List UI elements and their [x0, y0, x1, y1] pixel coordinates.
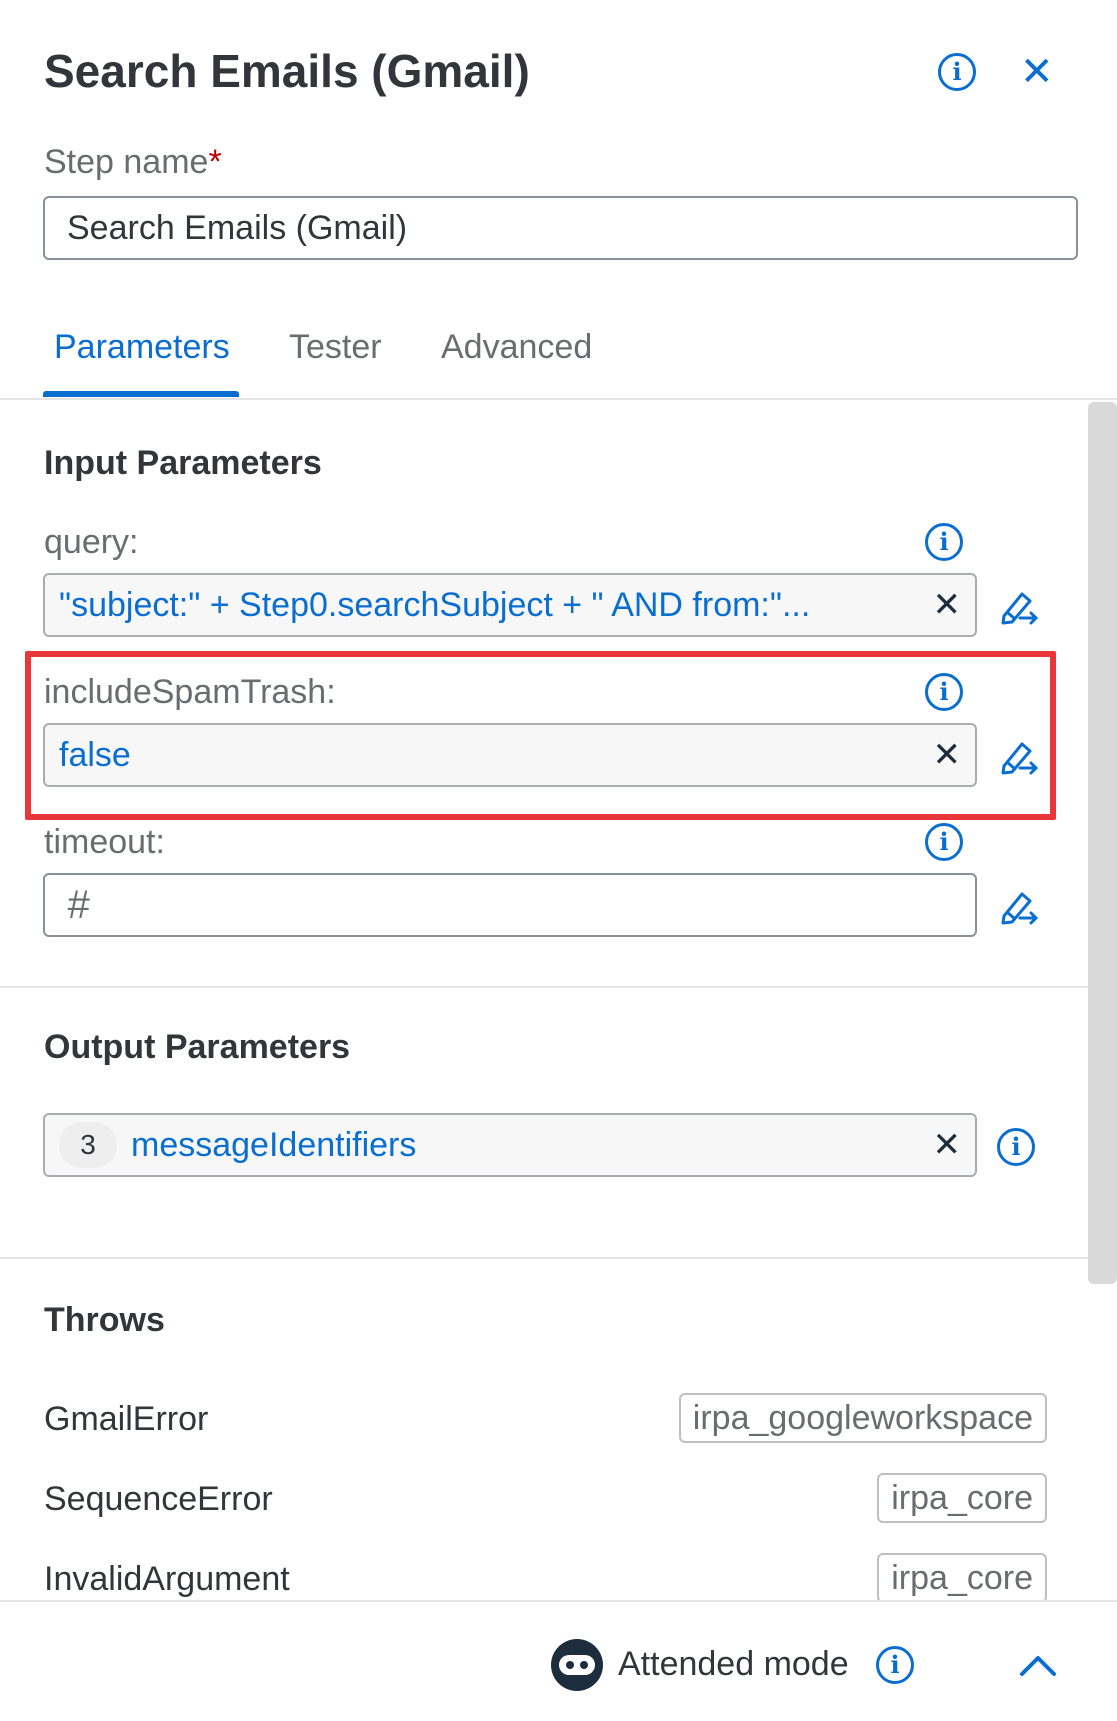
step-name-label: Step name* [44, 143, 222, 181]
section-divider-2 [0, 1257, 1088, 1259]
panel-title: Search Emails (Gmail) [44, 45, 530, 97]
tabs-divider [0, 398, 1117, 400]
output-field[interactable]: 3 messageIdentifiers ✕ [43, 1113, 977, 1177]
scrollbar-thumb[interactable] [1088, 402, 1117, 1284]
required-mark: * [208, 143, 222, 181]
timeout-placeholder: # [67, 883, 90, 927]
throws-item-name: GmailError [44, 1400, 209, 1438]
timeout-label: timeout: [44, 823, 165, 861]
query-label: query: [44, 523, 139, 561]
query-edit-expression-icon[interactable] [998, 586, 1038, 626]
output-clear-icon[interactable]: ✕ [933, 1115, 962, 1175]
timeout-input[interactable]: # [43, 873, 977, 937]
robot-icon [551, 1639, 603, 1691]
attended-mode-label: Attended mode [618, 1645, 849, 1683]
info-icon[interactable]: i [938, 53, 976, 91]
throws-item-tag: irpa_core [877, 1473, 1047, 1523]
output-count-badge: 3 [59, 1122, 117, 1168]
include-spam-trash-edit-expression-icon[interactable] [998, 736, 1038, 776]
timeout-edit-expression-icon[interactable] [998, 886, 1038, 926]
tab-advanced[interactable]: Advanced [441, 328, 592, 367]
query-value: "subject:" + Step0.searchSubject + " AND… [59, 586, 811, 624]
attended-mode-info-icon[interactable]: i [876, 1646, 914, 1684]
include-spam-trash-clear-icon[interactable]: ✕ [933, 725, 962, 785]
tab-tester[interactable]: Tester [289, 328, 382, 367]
throws-item-name: InvalidArgument [44, 1560, 290, 1598]
output-value: messageIdentifiers [131, 1126, 417, 1164]
throws-item-name: SequenceError [44, 1480, 273, 1518]
input-parameters-heading: Input Parameters [44, 444, 322, 482]
chevron-up-icon[interactable] [1018, 1650, 1058, 1680]
step-name-value: Search Emails (Gmail) [67, 209, 408, 247]
query-field[interactable]: "subject:" + Step0.searchSubject + " AND… [43, 573, 977, 637]
throws-heading: Throws [44, 1301, 165, 1339]
section-divider [0, 986, 1088, 988]
timeout-info-icon[interactable]: i [925, 823, 963, 861]
query-clear-icon[interactable]: ✕ [933, 575, 962, 635]
active-tab-indicator [43, 391, 239, 397]
close-icon[interactable]: ✕ [1020, 52, 1054, 92]
throws-item-tag: irpa_googleworkspace [678, 1393, 1047, 1443]
step-name-input[interactable]: Search Emails (Gmail) [43, 196, 1078, 260]
include-spam-trash-field[interactable]: false ✕ [43, 723, 977, 787]
output-parameters-heading: Output Parameters [44, 1028, 351, 1066]
include-spam-trash-label: includeSpamTrash: [44, 673, 336, 711]
include-spam-trash-value: false [59, 736, 131, 774]
output-info-icon[interactable]: i [997, 1128, 1035, 1166]
include-spam-trash-info-icon[interactable]: i [925, 673, 963, 711]
query-info-icon[interactable]: i [925, 523, 963, 561]
tab-parameters[interactable]: Parameters [54, 328, 230, 367]
throws-item-tag: irpa_core [877, 1553, 1047, 1603]
